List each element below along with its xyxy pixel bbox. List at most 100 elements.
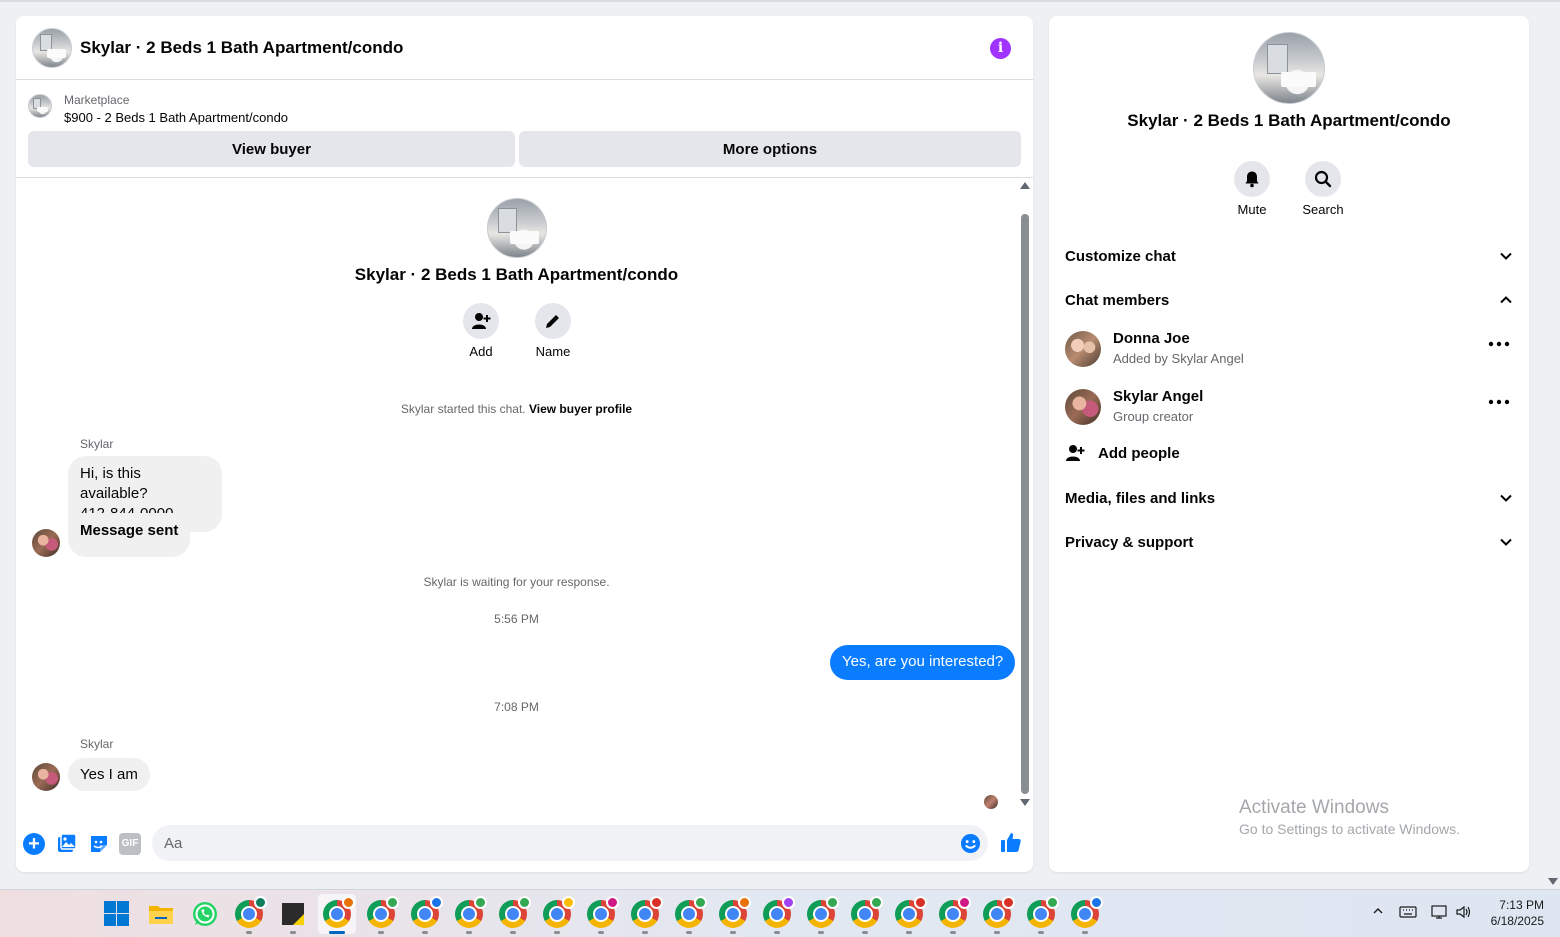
incoming-message[interactable]: Yes I am: [68, 758, 150, 791]
profile-badge: [650, 896, 663, 909]
privacy-support-section[interactable]: Privacy & support: [1065, 531, 1513, 553]
read-receipt-avatar: [984, 795, 998, 809]
chrome-icon[interactable]: [763, 896, 795, 928]
chrome-icon[interactable]: [543, 896, 575, 928]
chat-window: Skylar · 2 Beds 1 Bath Apartment/condo i…: [16, 16, 1033, 872]
photo-icon[interactable]: [56, 833, 78, 855]
gif-icon[interactable]: GIF: [119, 833, 141, 855]
edit-name-button[interactable]: [535, 303, 571, 339]
chrome-icon[interactable]: [719, 896, 751, 928]
bell-icon: [1245, 171, 1259, 188]
chevron-up-icon: [1500, 296, 1512, 304]
file-explorer-icon[interactable]: [147, 900, 175, 928]
profile-badge: [606, 896, 619, 909]
system-clock[interactable]: 7:13 PM 6/18/2025: [1474, 897, 1544, 929]
add-person-icon: [1066, 445, 1085, 461]
chrome-icon[interactable]: [455, 896, 487, 928]
chrome-icon[interactable]: [675, 896, 707, 928]
windows-start-icon[interactable]: [103, 900, 131, 928]
conversation-scrollbar[interactable]: [1017, 180, 1033, 812]
chrome-icon[interactable]: [587, 896, 619, 928]
incoming-message[interactable]: Message sent: [68, 513, 191, 557]
customize-chat-section[interactable]: Customize chat: [1065, 245, 1513, 267]
plus-icon[interactable]: +: [23, 833, 45, 855]
sticker-icon[interactable]: [88, 833, 110, 855]
profile-badge: [430, 896, 443, 909]
add-people-button[interactable]: Add people: [1065, 443, 1180, 463]
keyboard-icon[interactable]: [1399, 904, 1417, 920]
marketplace-listing[interactable]: Marketplace $900 - 2 Beds 1 Bath Apartme…: [28, 92, 288, 128]
sender-avatar[interactable]: [32, 763, 60, 791]
profile-badge: [474, 896, 487, 909]
chat-title: Skylar · 2 Beds 1 Bath Apartment/condo: [80, 37, 404, 57]
like-icon[interactable]: [1000, 831, 1022, 853]
chrome-icon[interactable]: [323, 896, 355, 928]
view-buyer-profile-link[interactable]: View buyer profile: [529, 402, 632, 416]
outgoing-message[interactable]: Yes, are you interested?: [830, 645, 1016, 680]
listing-avatar[interactable]: [32, 27, 72, 68]
more-icon[interactable]: [1487, 396, 1511, 408]
listing-thumbnail: [28, 94, 52, 118]
chrome-icon[interactable]: [411, 896, 443, 928]
running-indicator: [774, 931, 780, 934]
profile-badge: [782, 896, 795, 909]
scroll-thumb[interactable]: [1021, 214, 1029, 794]
profile-badge: [958, 896, 971, 909]
conversation-title: Skylar · 2 Beds 1 Bath Apartment/condo: [354, 265, 679, 284]
media-files-section[interactable]: Media, files and links: [1065, 487, 1513, 509]
search-action[interactable]: Search: [1288, 161, 1358, 217]
panel-title: Skylar · 2 Beds 1 Bath Apartment/condo: [1127, 111, 1451, 130]
sticky-notes-icon[interactable]: [279, 900, 307, 928]
member-row[interactable]: Skylar Angel Group creator: [1065, 388, 1513, 428]
add-person-button[interactable]: [463, 303, 499, 339]
view-buyer-button[interactable]: View buyer: [28, 131, 515, 167]
network-icon[interactable]: [1431, 904, 1449, 920]
mute-button[interactable]: [1234, 161, 1270, 197]
member-row[interactable]: Donna Joe Added by Skylar Angel: [1065, 330, 1513, 370]
info-icon[interactable]: i: [990, 38, 1011, 59]
running-indicator: [906, 931, 912, 934]
sender-name: Skylar: [80, 737, 114, 751]
chrome-icon[interactable]: [1027, 896, 1059, 928]
panel-avatar: [1253, 32, 1325, 104]
member-subtitle: Added by Skylar Angel: [1113, 351, 1244, 366]
more-icon[interactable]: [1487, 338, 1511, 350]
active-indicator: [329, 931, 345, 934]
more-options-button[interactable]: More options: [519, 131, 1021, 167]
whatsapp-icon[interactable]: [191, 900, 219, 928]
profile-badge: [386, 896, 399, 909]
chrome-icon[interactable]: [235, 896, 267, 928]
chrome-icon[interactable]: [851, 896, 883, 928]
profile-badge: [694, 896, 707, 909]
sender-name: Skylar: [80, 437, 114, 451]
page-scroll-down-arrow[interactable]: [1548, 878, 1558, 885]
started-text: Skylar started this chat.: [400, 402, 526, 416]
chrome-icon[interactable]: [631, 896, 663, 928]
chrome-icon[interactable]: [983, 896, 1015, 928]
add-person-icon: [472, 313, 491, 329]
message-input[interactable]: [152, 825, 988, 861]
conversation-avatar: [487, 198, 547, 258]
name-action[interactable]: Name: [523, 303, 583, 359]
top-strip: [0, 0, 1560, 2]
chrome-icon[interactable]: [895, 896, 927, 928]
add-action[interactable]: Add: [451, 303, 511, 359]
volume-icon[interactable]: [1455, 904, 1473, 920]
scroll-down-arrow[interactable]: [1020, 799, 1030, 806]
add-people-label: Add people: [1098, 444, 1180, 462]
running-indicator: [554, 931, 560, 934]
emoji-icon[interactable]: [960, 833, 981, 854]
chrome-icon[interactable]: [499, 896, 531, 928]
mute-action[interactable]: Mute: [1217, 161, 1287, 217]
chrome-icon[interactable]: [807, 896, 839, 928]
search-button[interactable]: [1305, 161, 1341, 197]
chrome-icon[interactable]: [1071, 896, 1103, 928]
chat-members-section[interactable]: Chat members: [1065, 289, 1513, 311]
chrome-icon[interactable]: [939, 896, 971, 928]
chat-started-notice: Skylar started this chat. View buyer pro…: [16, 402, 1017, 416]
show-hidden-icons-icon[interactable]: [1373, 906, 1383, 916]
chrome-icon[interactable]: [367, 896, 399, 928]
sender-avatar[interactable]: [32, 529, 60, 557]
profile-badge: [1090, 896, 1103, 909]
scroll-up-arrow[interactable]: [1020, 182, 1030, 189]
